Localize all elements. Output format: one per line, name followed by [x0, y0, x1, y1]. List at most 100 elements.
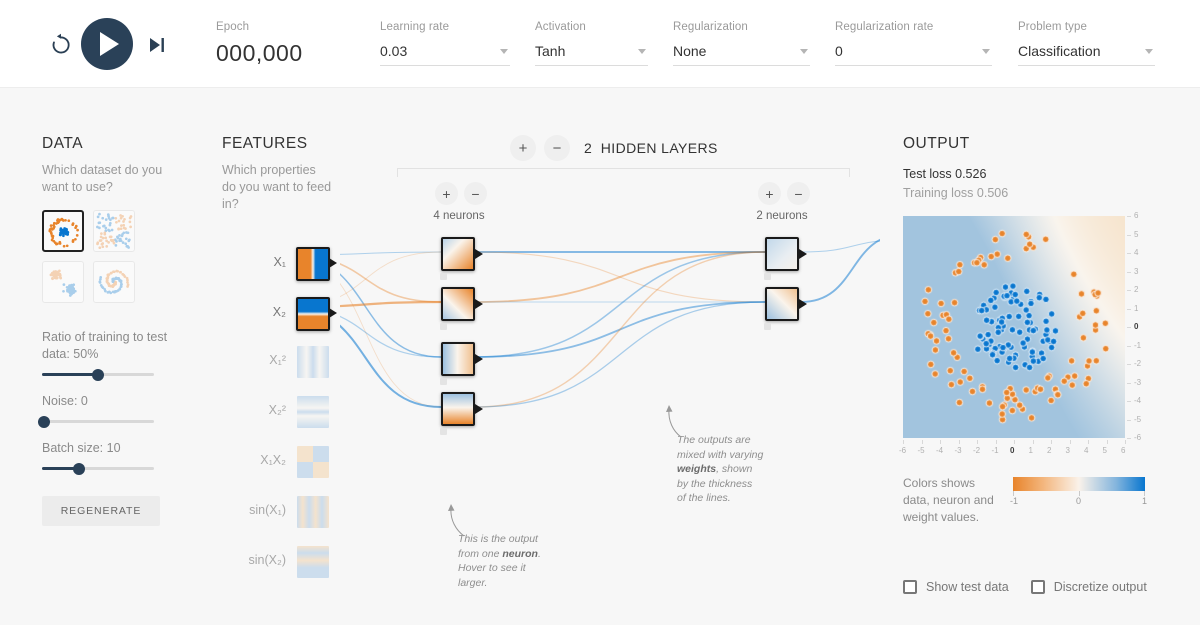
- x-axis-label: -3: [954, 446, 962, 455]
- regularization-field: Regularization None: [673, 20, 810, 66]
- features-panel-title: FEATURES: [222, 135, 308, 152]
- activation-select[interactable]: Tanh: [535, 40, 648, 66]
- regularization-label: Regularization: [673, 21, 748, 33]
- x-axis-tick: [1106, 440, 1108, 444]
- hidden-neuron-1-2[interactable]: [441, 287, 475, 321]
- feature-node-x1x2[interactable]: [296, 445, 330, 479]
- regularization-select[interactable]: None: [673, 40, 810, 66]
- noise-slider-knob[interactable]: [38, 415, 50, 428]
- feature-x2[interactable]: X₂: [222, 297, 337, 331]
- batch-slider[interactable]: [42, 462, 154, 475]
- batch-slider-knob[interactable]: [72, 462, 85, 475]
- hidden-neuron-2-1-bias[interactable]: [764, 273, 771, 280]
- hidden-neuron-2-2[interactable]: [765, 287, 799, 321]
- feature-plug-x1: [329, 258, 337, 268]
- dataset-gaussian[interactable]: [42, 261, 84, 303]
- ratio-slider-knob[interactable]: [92, 368, 104, 381]
- regularization-rate-select[interactable]: 0: [835, 40, 992, 66]
- dataset-spiral[interactable]: [93, 261, 135, 303]
- y-axis-label: -4: [1134, 396, 1142, 405]
- feature-node-x2sq[interactable]: [296, 395, 330, 429]
- hidden-neuron-1-4[interactable]: [441, 392, 475, 426]
- regularization-value: None: [673, 43, 707, 59]
- network-panel: + − 2 HIDDEN LAYERS + − 4 neurons + − 2 …: [340, 88, 880, 625]
- test-loss-label: Test loss: [903, 167, 952, 181]
- feature-label-x2sq: X₂²: [268, 403, 286, 417]
- feature-node-x1[interactable]: [296, 247, 330, 281]
- discretize-output-checkbox[interactable]: Discretize output: [1030, 580, 1147, 594]
- hidden-neuron-1-1-bias[interactable]: [440, 273, 447, 280]
- y-axis-tick: [1127, 234, 1131, 236]
- hidden-neuron-1-4-bias[interactable]: [440, 428, 447, 435]
- batch-value: 10: [106, 441, 121, 455]
- feature-sinx1[interactable]: sin(X₁): [222, 495, 330, 529]
- x-axis-label: 1: [1028, 446, 1033, 455]
- activation-label: Activation: [535, 21, 586, 33]
- y-axis-tick: [1127, 364, 1131, 365]
- colorbar-label-max: 1: [1142, 496, 1148, 506]
- x-axis-tick: [921, 440, 923, 444]
- step-forward-icon[interactable]: [145, 34, 169, 56]
- hidden-neuron-1-3-bias[interactable]: [440, 378, 447, 385]
- hidden-neuron-2-1[interactable]: [765, 237, 799, 271]
- learning-rate-select[interactable]: 0.03: [380, 40, 510, 66]
- feature-x1sq[interactable]: X₁²: [222, 345, 330, 379]
- x-axis-tick: [940, 440, 941, 444]
- y-axis-label: -5: [1134, 414, 1142, 424]
- y-axis-tick: [1127, 271, 1131, 273]
- show-test-data-box: [903, 580, 917, 594]
- feature-node-x2[interactable]: [296, 297, 330, 331]
- hidden-neuron-1-3[interactable]: [441, 342, 475, 376]
- problem-type-field: Problem type Classification: [1018, 20, 1155, 66]
- x-axis-tick: [1069, 440, 1071, 444]
- annotation-neuron-period: .: [537, 547, 541, 560]
- regularization-rate-label: Regularization rate: [835, 21, 934, 33]
- noise-value: 0: [80, 394, 88, 408]
- feature-node-x1sq[interactable]: [296, 345, 330, 379]
- discretize-output-box: [1030, 580, 1045, 594]
- feature-node-sinx1[interactable]: [296, 495, 330, 529]
- hidden-neuron-1-1[interactable]: [441, 237, 475, 271]
- ratio-slider[interactable]: [42, 368, 154, 381]
- y-axis-label: 3: [1134, 266, 1139, 276]
- hidden-neuron-1-2-bias[interactable]: [440, 323, 447, 330]
- features-panel-subtitle: Which properties do you want to feed in?: [222, 163, 332, 211]
- x-axis-tick: [958, 440, 960, 444]
- reset-icon[interactable]: [48, 32, 74, 58]
- decision-boundary-heatmap[interactable]: [903, 216, 1125, 438]
- epoch-field: Epoch 000,000: [216, 20, 366, 66]
- connection-line: [474, 251, 766, 408]
- dataset-circle[interactable]: [42, 210, 84, 252]
- hidden-neuron-2-2-bias[interactable]: [764, 323, 771, 330]
- x-axis-label: -1: [991, 446, 999, 455]
- annotation-weights-line5: of the lines.: [677, 492, 731, 504]
- features-panel: FEATURES Which properties do you want to…: [222, 135, 337, 578]
- feature-x1[interactable]: X₁: [222, 247, 337, 281]
- play-button[interactable]: [81, 18, 133, 70]
- y-axis-tick: [1127, 290, 1131, 291]
- feature-x1x2[interactable]: X₁X₂: [222, 445, 330, 479]
- epoch-label: Epoch: [216, 21, 250, 33]
- learning-rate-value: 0.03: [380, 43, 408, 59]
- dataset-exclusive-or[interactable]: [93, 210, 135, 252]
- feature-node-sinx2[interactable]: [296, 545, 330, 579]
- problem-type-select[interactable]: Classification: [1018, 40, 1155, 66]
- output-panel-title: OUTPUT: [903, 135, 970, 152]
- regenerate-button[interactable]: REGENERATE: [42, 496, 160, 526]
- x-axis-tick: [1032, 440, 1034, 444]
- feature-sinx2[interactable]: sin(X₂): [222, 545, 330, 579]
- noise-slider[interactable]: [38, 415, 154, 428]
- y-axis-label: 5: [1134, 229, 1139, 239]
- chevron-down-icon: [500, 49, 508, 54]
- show-test-data-label: Show test data: [926, 580, 1009, 594]
- activation-field: Activation Tanh: [535, 20, 648, 66]
- noise-slider-block: Noise: 0: [38, 393, 192, 428]
- annotation-weights-line4: by the thickness: [677, 477, 753, 490]
- hidden-neuron-1-3-plug: [475, 354, 483, 364]
- feature-x2sq[interactable]: X₂²: [222, 395, 330, 429]
- regularization-rate-field: Regularization rate 0: [835, 20, 992, 66]
- x-axis-label: 3: [1065, 446, 1070, 455]
- hidden-neuron-1-4-plug: [475, 404, 483, 414]
- show-test-data-checkbox[interactable]: Show test data: [903, 580, 1009, 594]
- discretize-output-label: Discretize output: [1053, 580, 1147, 594]
